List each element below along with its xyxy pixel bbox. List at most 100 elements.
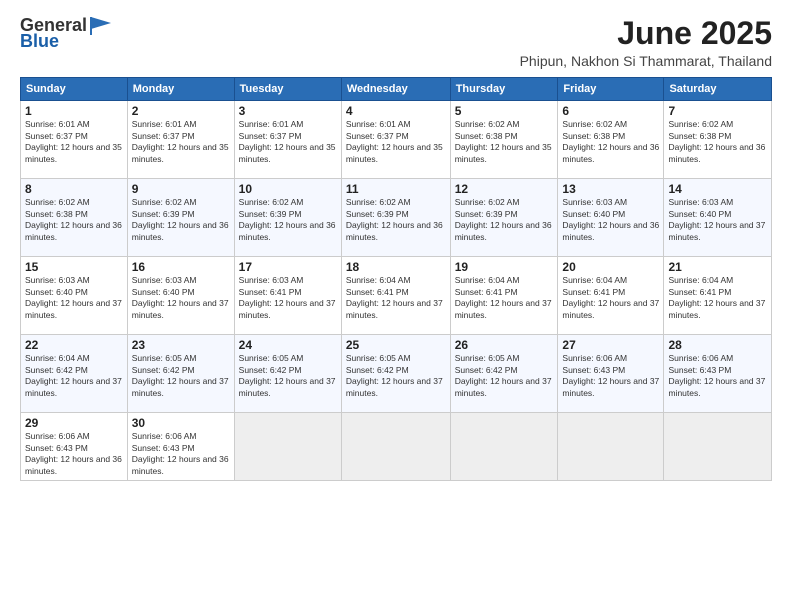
day-number: 6 bbox=[562, 104, 659, 118]
day-number: 28 bbox=[668, 338, 767, 352]
day-number: 20 bbox=[562, 260, 659, 274]
table-row bbox=[558, 413, 664, 481]
day-info: Sunrise: 6:06 AMSunset: 6:43 PMDaylight:… bbox=[562, 353, 659, 397]
table-row: 6 Sunrise: 6:02 AMSunset: 6:38 PMDayligh… bbox=[558, 101, 664, 179]
table-row: 4 Sunrise: 6:01 AMSunset: 6:37 PMDayligh… bbox=[341, 101, 450, 179]
day-info: Sunrise: 6:01 AMSunset: 6:37 PMDaylight:… bbox=[346, 119, 443, 163]
table-row: 7 Sunrise: 6:02 AMSunset: 6:38 PMDayligh… bbox=[664, 101, 772, 179]
day-number: 8 bbox=[25, 182, 123, 196]
table-row: 19 Sunrise: 6:04 AMSunset: 6:41 PMDaylig… bbox=[450, 257, 558, 335]
day-info: Sunrise: 6:05 AMSunset: 6:42 PMDaylight:… bbox=[132, 353, 229, 397]
table-row bbox=[664, 413, 772, 481]
table-row: 11 Sunrise: 6:02 AMSunset: 6:39 PMDaylig… bbox=[341, 179, 450, 257]
day-number: 4 bbox=[346, 104, 446, 118]
day-info: Sunrise: 6:05 AMSunset: 6:42 PMDaylight:… bbox=[346, 353, 443, 397]
col-thursday: Thursday bbox=[450, 78, 558, 101]
day-info: Sunrise: 6:03 AMSunset: 6:40 PMDaylight:… bbox=[562, 197, 659, 241]
table-row: 30 Sunrise: 6:06 AMSunset: 6:43 PMDaylig… bbox=[127, 413, 234, 481]
day-info: Sunrise: 6:01 AMSunset: 6:37 PMDaylight:… bbox=[239, 119, 336, 163]
table-row: 2 Sunrise: 6:01 AMSunset: 6:37 PMDayligh… bbox=[127, 101, 234, 179]
col-tuesday: Tuesday bbox=[234, 78, 341, 101]
header: General Blue June 2025 Phipun, Nakhon Si… bbox=[20, 16, 772, 69]
day-number: 21 bbox=[668, 260, 767, 274]
col-sunday: Sunday bbox=[21, 78, 128, 101]
day-info: Sunrise: 6:06 AMSunset: 6:43 PMDaylight:… bbox=[132, 431, 229, 475]
table-row: 27 Sunrise: 6:06 AMSunset: 6:43 PMDaylig… bbox=[558, 335, 664, 413]
table-row bbox=[234, 413, 341, 481]
day-number: 16 bbox=[132, 260, 230, 274]
table-row: 18 Sunrise: 6:04 AMSunset: 6:41 PMDaylig… bbox=[341, 257, 450, 335]
day-number: 10 bbox=[239, 182, 337, 196]
day-number: 12 bbox=[455, 182, 554, 196]
table-row: 28 Sunrise: 6:06 AMSunset: 6:43 PMDaylig… bbox=[664, 335, 772, 413]
day-info: Sunrise: 6:02 AMSunset: 6:39 PMDaylight:… bbox=[346, 197, 443, 241]
day-info: Sunrise: 6:02 AMSunset: 6:39 PMDaylight:… bbox=[239, 197, 336, 241]
day-info: Sunrise: 6:03 AMSunset: 6:40 PMDaylight:… bbox=[25, 275, 122, 319]
day-info: Sunrise: 6:02 AMSunset: 6:38 PMDaylight:… bbox=[455, 119, 552, 163]
logo: General Blue bbox=[20, 16, 113, 52]
location-title: Phipun, Nakhon Si Thammarat, Thailand bbox=[520, 53, 772, 69]
logo-flag-icon bbox=[89, 15, 113, 35]
table-row: 16 Sunrise: 6:03 AMSunset: 6:40 PMDaylig… bbox=[127, 257, 234, 335]
day-info: Sunrise: 6:06 AMSunset: 6:43 PMDaylight:… bbox=[25, 431, 122, 475]
day-info: Sunrise: 6:03 AMSunset: 6:40 PMDaylight:… bbox=[668, 197, 765, 241]
day-info: Sunrise: 6:01 AMSunset: 6:37 PMDaylight:… bbox=[25, 119, 122, 163]
title-area: June 2025 Phipun, Nakhon Si Thammarat, T… bbox=[520, 16, 772, 69]
day-number: 19 bbox=[455, 260, 554, 274]
page: General Blue June 2025 Phipun, Nakhon Si… bbox=[0, 0, 792, 612]
table-row: 25 Sunrise: 6:05 AMSunset: 6:42 PMDaylig… bbox=[341, 335, 450, 413]
day-number: 2 bbox=[132, 104, 230, 118]
table-row: 20 Sunrise: 6:04 AMSunset: 6:41 PMDaylig… bbox=[558, 257, 664, 335]
day-number: 25 bbox=[346, 338, 446, 352]
table-row: 21 Sunrise: 6:04 AMSunset: 6:41 PMDaylig… bbox=[664, 257, 772, 335]
day-info: Sunrise: 6:03 AMSunset: 6:41 PMDaylight:… bbox=[239, 275, 336, 319]
table-row: 29 Sunrise: 6:06 AMSunset: 6:43 PMDaylig… bbox=[21, 413, 128, 481]
day-number: 15 bbox=[25, 260, 123, 274]
day-info: Sunrise: 6:02 AMSunset: 6:39 PMDaylight:… bbox=[132, 197, 229, 241]
day-number: 23 bbox=[132, 338, 230, 352]
day-info: Sunrise: 6:01 AMSunset: 6:37 PMDaylight:… bbox=[132, 119, 229, 163]
col-saturday: Saturday bbox=[664, 78, 772, 101]
table-row: 10 Sunrise: 6:02 AMSunset: 6:39 PMDaylig… bbox=[234, 179, 341, 257]
day-number: 30 bbox=[132, 416, 230, 430]
table-row: 9 Sunrise: 6:02 AMSunset: 6:39 PMDayligh… bbox=[127, 179, 234, 257]
table-row bbox=[450, 413, 558, 481]
day-number: 3 bbox=[239, 104, 337, 118]
day-number: 5 bbox=[455, 104, 554, 118]
col-monday: Monday bbox=[127, 78, 234, 101]
col-friday: Friday bbox=[558, 78, 664, 101]
table-row: 3 Sunrise: 6:01 AMSunset: 6:37 PMDayligh… bbox=[234, 101, 341, 179]
table-row: 22 Sunrise: 6:04 AMSunset: 6:42 PMDaylig… bbox=[21, 335, 128, 413]
table-row: 8 Sunrise: 6:02 AMSunset: 6:38 PMDayligh… bbox=[21, 179, 128, 257]
day-info: Sunrise: 6:04 AMSunset: 6:41 PMDaylight:… bbox=[346, 275, 443, 319]
table-row: 14 Sunrise: 6:03 AMSunset: 6:40 PMDaylig… bbox=[664, 179, 772, 257]
day-number: 1 bbox=[25, 104, 123, 118]
table-row: 1 Sunrise: 6:01 AMSunset: 6:37 PMDayligh… bbox=[21, 101, 128, 179]
day-info: Sunrise: 6:04 AMSunset: 6:41 PMDaylight:… bbox=[562, 275, 659, 319]
day-number: 22 bbox=[25, 338, 123, 352]
day-info: Sunrise: 6:05 AMSunset: 6:42 PMDaylight:… bbox=[239, 353, 336, 397]
table-row bbox=[341, 413, 450, 481]
table-row: 5 Sunrise: 6:02 AMSunset: 6:38 PMDayligh… bbox=[450, 101, 558, 179]
table-row: 24 Sunrise: 6:05 AMSunset: 6:42 PMDaylig… bbox=[234, 335, 341, 413]
table-row: 15 Sunrise: 6:03 AMSunset: 6:40 PMDaylig… bbox=[21, 257, 128, 335]
day-info: Sunrise: 6:02 AMSunset: 6:38 PMDaylight:… bbox=[562, 119, 659, 163]
calendar-table: Sunday Monday Tuesday Wednesday Thursday… bbox=[20, 77, 772, 481]
month-title: June 2025 bbox=[520, 16, 772, 51]
day-number: 13 bbox=[562, 182, 659, 196]
day-number: 26 bbox=[455, 338, 554, 352]
day-info: Sunrise: 6:04 AMSunset: 6:41 PMDaylight:… bbox=[668, 275, 765, 319]
day-number: 11 bbox=[346, 182, 446, 196]
day-number: 27 bbox=[562, 338, 659, 352]
col-wednesday: Wednesday bbox=[341, 78, 450, 101]
table-row: 13 Sunrise: 6:03 AMSunset: 6:40 PMDaylig… bbox=[558, 179, 664, 257]
day-number: 29 bbox=[25, 416, 123, 430]
day-info: Sunrise: 6:04 AMSunset: 6:42 PMDaylight:… bbox=[25, 353, 122, 397]
day-info: Sunrise: 6:02 AMSunset: 6:38 PMDaylight:… bbox=[25, 197, 122, 241]
day-info: Sunrise: 6:04 AMSunset: 6:41 PMDaylight:… bbox=[455, 275, 552, 319]
table-row: 12 Sunrise: 6:02 AMSunset: 6:39 PMDaylig… bbox=[450, 179, 558, 257]
day-number: 24 bbox=[239, 338, 337, 352]
day-number: 9 bbox=[132, 182, 230, 196]
table-row: 26 Sunrise: 6:05 AMSunset: 6:42 PMDaylig… bbox=[450, 335, 558, 413]
day-info: Sunrise: 6:02 AMSunset: 6:39 PMDaylight:… bbox=[455, 197, 552, 241]
